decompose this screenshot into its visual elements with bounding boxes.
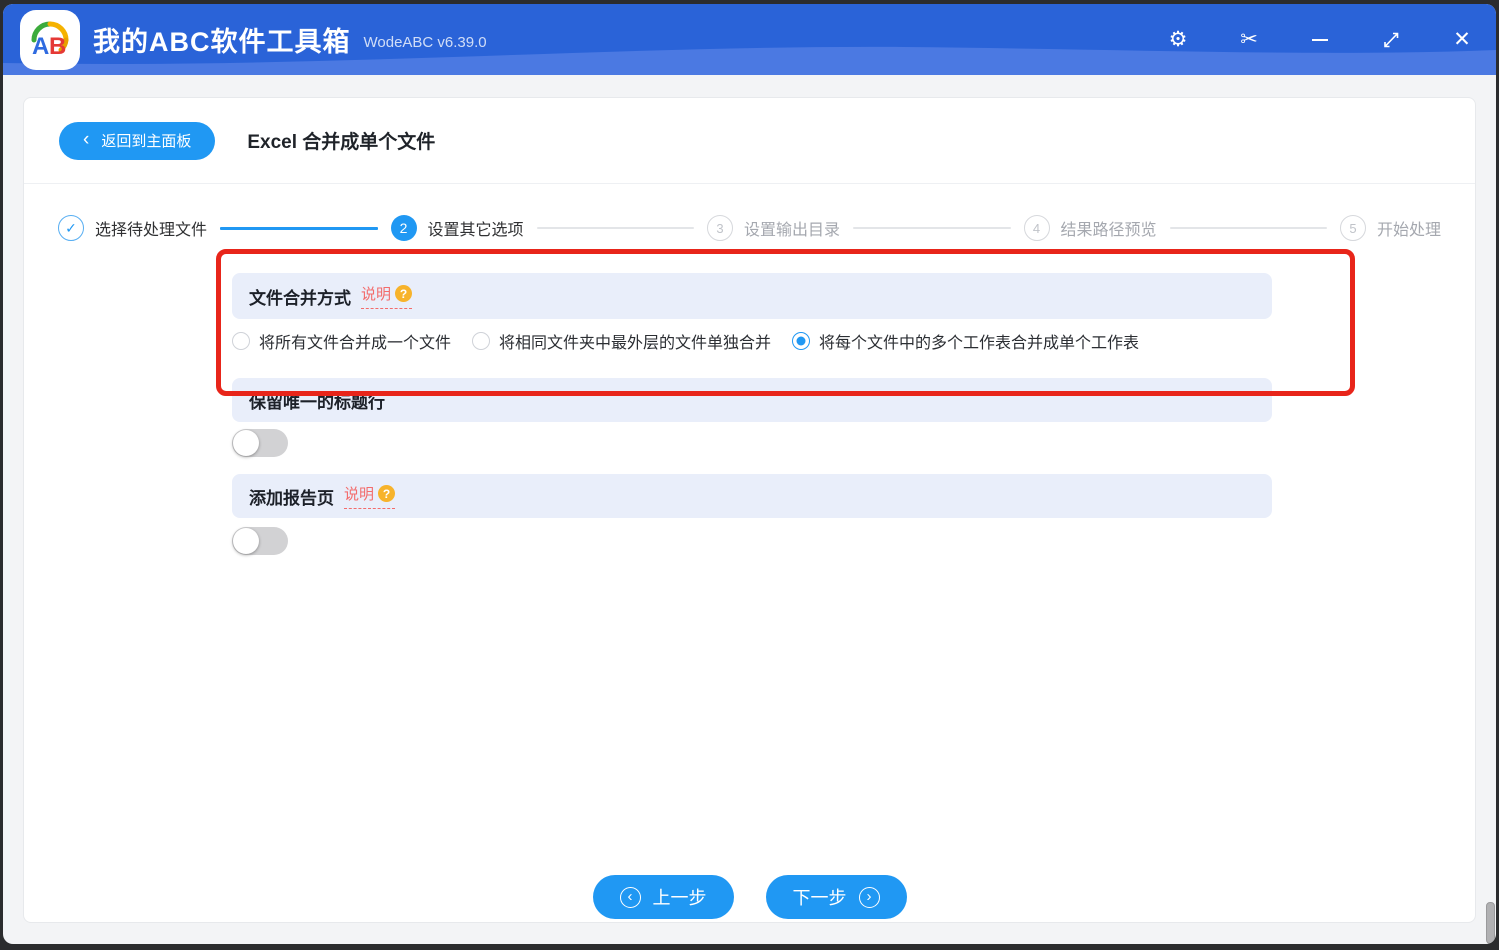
step-2-other-options: 2 设置其它选项 (390, 215, 524, 241)
step-connector (853, 227, 1011, 229)
circle-arrow-right-icon: › (858, 886, 880, 908)
main-card: ‹ 返回到主面板 Excel 合并成单个文件 ✓ 选择待处理文件 2 设置其它选… (23, 97, 1476, 923)
report-page-title: 添加报告页 (249, 488, 334, 508)
circle-arrow-left-icon: ‹ (619, 886, 641, 908)
next-step-label: 下一步 (792, 888, 847, 908)
maximize-button[interactable] (1379, 28, 1403, 52)
page-header: ‹ 返回到主面板 Excel 合并成单个文件 (24, 98, 1475, 184)
toggle-knob (233, 528, 259, 554)
app-logo: A B (20, 9, 80, 70)
question-icon[interactable]: ? (395, 285, 413, 302)
radio-unchecked-icon (472, 332, 491, 350)
step-2-label: 设置其它选项 (427, 222, 524, 239)
report-page-toggle[interactable] (232, 527, 288, 555)
step-4-label: 结果路径预览 (1060, 222, 1157, 239)
step-connector-done (220, 226, 378, 230)
titlebar: A B 我的ABC软件工具箱 WodeABC v6.39.0 ⚙ ✂ ✕ (3, 4, 1496, 75)
step-3-label: 设置输出目录 (744, 222, 841, 239)
step-connector (1169, 227, 1327, 229)
scrollbar-thumb[interactable] (1486, 902, 1495, 944)
previous-step-label: 上一步 (652, 888, 707, 908)
merge-mode-section-header: 文件合并方式 说明 ? (232, 273, 1272, 319)
step-3-output-dir: 3 设置输出目录 (707, 215, 840, 241)
radio-label: 将相同文件夹中最外层的文件单独合并 (499, 335, 772, 352)
next-step-button[interactable]: 下一步 › (765, 875, 907, 919)
merge-mode-help[interactable]: 说明 ? (361, 283, 413, 309)
question-icon[interactable]: ? (378, 485, 396, 502)
minimize-button[interactable] (1308, 28, 1332, 52)
radio-label: 将所有文件合并成一个文件 (259, 335, 452, 352)
app-window: A B 我的ABC软件工具箱 WodeABC v6.39.0 ⚙ ✂ ✕ ‹ 返… (3, 4, 1496, 944)
settings-gear-icon[interactable]: ⚙ (1166, 28, 1190, 52)
step-1-check-icon: ✓ (58, 215, 84, 241)
radio-merge-same-folder[interactable]: 将相同文件夹中最外层的文件单独合并 (472, 329, 771, 353)
radio-unchecked-icon (232, 332, 250, 350)
step-3-badge: 3 (707, 215, 733, 241)
merge-mode-title: 文件合并方式 (249, 288, 351, 308)
step-5-start-process: 5 开始处理 (1340, 215, 1441, 241)
keep-header-title: 保留唯一的标题行 (249, 392, 385, 412)
back-to-main-button[interactable]: ‹ 返回到主面板 (59, 121, 216, 160)
svg-text:B: B (49, 33, 66, 60)
report-page-section-header: 添加报告页 说明 ? (232, 474, 1272, 518)
report-page-help[interactable]: 说明 ? (344, 483, 396, 509)
app-logo-icon: A B (31, 21, 69, 60)
toggle-knob (233, 430, 259, 456)
app-title: 我的ABC软件工具箱 (93, 27, 351, 57)
radio-checked-icon (792, 332, 811, 350)
titlebar-buttons: ⚙ ✂ ✕ (1166, 28, 1474, 52)
back-button-label: 返回到主面板 (101, 133, 192, 150)
keep-header-section-header: 保留唯一的标题行 (232, 378, 1272, 422)
report-page-help-link[interactable]: 说明 (344, 483, 374, 504)
chevron-left-glyph: ‹ (627, 888, 633, 905)
step-1-select-files: ✓ 选择待处理文件 (58, 215, 207, 241)
step-connector (536, 227, 694, 229)
merge-mode-options: 将所有文件合并成一个文件 将相同文件夹中最外层的文件单独合并 将每个文件中的多个… (232, 323, 1272, 359)
chevron-right-glyph: › (866, 888, 872, 905)
wizard-footer: ‹ 上一步 下一步 › (24, 875, 1475, 919)
step-5-badge: 5 (1340, 215, 1366, 241)
options-content: 文件合并方式 说明 ? 将所有文件合并成一个文件 将相同文件夹中最外层的文件单独… (232, 273, 1272, 555)
radio-merge-all-into-one[interactable]: 将所有文件合并成一个文件 (232, 329, 451, 353)
merge-mode-help-link[interactable]: 说明 (361, 283, 391, 304)
step-2-badge: 2 (390, 215, 417, 241)
desktop: { "titlebar": { "app_title": "我的ABC软件工具箱… (0, 0, 1499, 950)
radio-merge-sheets-into-one[interactable]: 将每个文件中的多个工作表合并成单个工作表 (792, 329, 1139, 353)
step-4-result-preview: 4 结果路径预览 (1023, 215, 1157, 241)
page-title: Excel 合并成单个文件 (247, 132, 436, 153)
scissors-icon[interactable]: ✂ (1237, 28, 1261, 52)
step-1-label: 选择待处理文件 (95, 222, 208, 239)
keep-header-toggle[interactable] (232, 429, 288, 457)
minimize-icon (1312, 38, 1328, 41)
step-5-label: 开始处理 (1377, 222, 1442, 239)
previous-step-button[interactable]: ‹ 上一步 (592, 875, 734, 919)
check-glyph: ✓ (65, 219, 77, 236)
app-version: WodeABC v6.39.0 (363, 34, 487, 51)
resize-arrows-icon (1384, 32, 1399, 47)
radio-label: 将每个文件中的多个工作表合并成单个工作表 (819, 335, 1140, 352)
step-4-badge: 4 (1023, 215, 1050, 241)
chevron-left-icon: ‹ (83, 129, 90, 150)
step-wizard: ✓ 选择待处理文件 2 设置其它选项 3 设置输出目录 4 结果路径预览 5 开… (24, 202, 1475, 254)
close-button[interactable]: ✕ (1450, 28, 1474, 52)
svg-text:A: A (32, 33, 49, 60)
